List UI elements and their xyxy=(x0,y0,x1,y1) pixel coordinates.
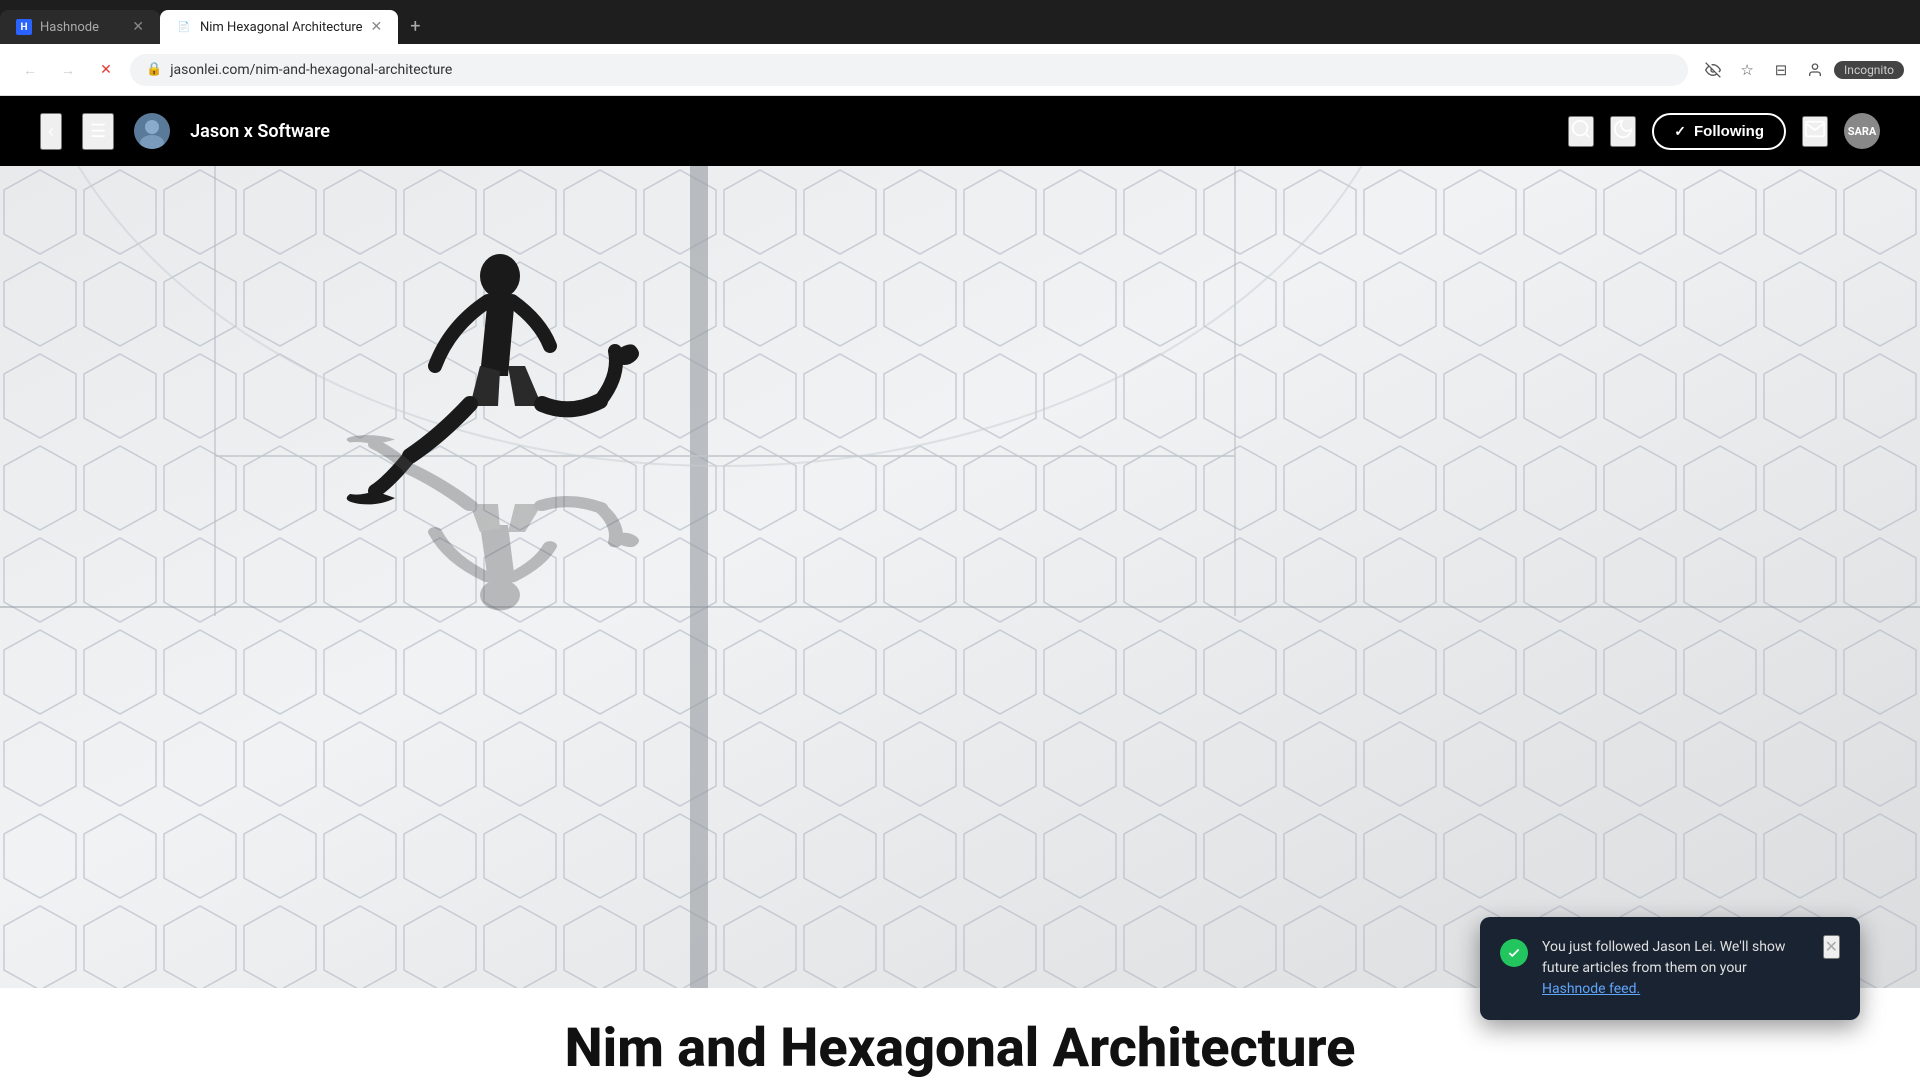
newsletter-button[interactable] xyxy=(1802,116,1828,147)
toast-success-icon xyxy=(1500,939,1528,967)
url-text: jasonlei.com/nim-and-hexagonal-architect… xyxy=(170,62,1672,78)
refresh-button[interactable]: ✕ xyxy=(92,56,120,84)
search-button[interactable] xyxy=(1568,116,1594,147)
article-favicon: 📄 xyxy=(176,19,192,35)
tab-article-close[interactable]: ✕ xyxy=(371,19,383,35)
blog-logo xyxy=(134,113,170,149)
tab-hashnode-label: Hashnode xyxy=(40,20,124,35)
site-menu-button[interactable]: ☰ xyxy=(82,113,114,150)
url-bar[interactable]: 🔒 jasonlei.com/nim-and-hexagonal-archite… xyxy=(130,54,1688,86)
toast-content: You just followed Jason Lei. We'll show … xyxy=(1542,937,1809,1000)
toast-close-button[interactable]: ✕ xyxy=(1823,935,1840,959)
incognito-badge: Incognito xyxy=(1834,61,1904,79)
tab-hashnode[interactable]: H Hashnode ✕ xyxy=(0,10,160,44)
following-check-icon: ✓ xyxy=(1674,123,1686,140)
blog-title: Jason x Software xyxy=(190,121,330,142)
eye-slash-button[interactable] xyxy=(1698,55,1728,85)
tab-article[interactable]: 📄 Nim Hexagonal Architecture ✕ xyxy=(160,10,398,44)
article-title: Nim and Hexagonal Architecture xyxy=(0,1018,1920,1080)
blog-logo-image xyxy=(134,113,170,149)
toast-notification: You just followed Jason Lei. We'll show … xyxy=(1480,917,1860,1020)
new-tab-button[interactable]: + xyxy=(398,16,432,37)
following-button[interactable]: ✓ Following xyxy=(1652,113,1786,150)
back-button[interactable]: ← xyxy=(16,56,44,84)
tab-hashnode-close[interactable]: ✕ xyxy=(132,19,144,35)
tab-bar: H Hashnode ✕ 📄 Nim Hexagonal Architectur… xyxy=(0,0,1920,44)
theme-toggle-button[interactable] xyxy=(1610,116,1636,147)
star-button[interactable]: ☆ xyxy=(1732,55,1762,85)
profile-button[interactable] xyxy=(1800,55,1830,85)
lock-icon: 🔒 xyxy=(146,62,162,77)
browser-chrome: H Hashnode ✕ 📄 Nim Hexagonal Architectur… xyxy=(0,0,1920,96)
hashnode-favicon: H xyxy=(16,19,32,35)
header-actions: ✓ Following SARA xyxy=(1568,113,1880,150)
address-actions: ☆ ⊟ Incognito xyxy=(1698,55,1904,85)
address-bar: ← → ✕ 🔒 jasonlei.com/nim-and-hexagonal-a… xyxy=(0,44,1920,96)
toast-hashnode-link[interactable]: Hashnode feed. xyxy=(1542,981,1640,997)
site-back-button[interactable]: ‹ xyxy=(40,113,62,150)
toast-message-before: You just followed Jason Lei. We'll show … xyxy=(1542,939,1785,976)
forward-button[interactable]: → xyxy=(54,56,82,84)
following-label: Following xyxy=(1694,123,1764,140)
site-header: ‹ ☰ Jason x Software ✓ Following xyxy=(0,96,1920,166)
user-avatar[interactable]: SARA xyxy=(1844,113,1880,149)
split-view-button[interactable]: ⊟ xyxy=(1766,55,1796,85)
tab-article-label: Nim Hexagonal Architecture xyxy=(200,20,363,35)
